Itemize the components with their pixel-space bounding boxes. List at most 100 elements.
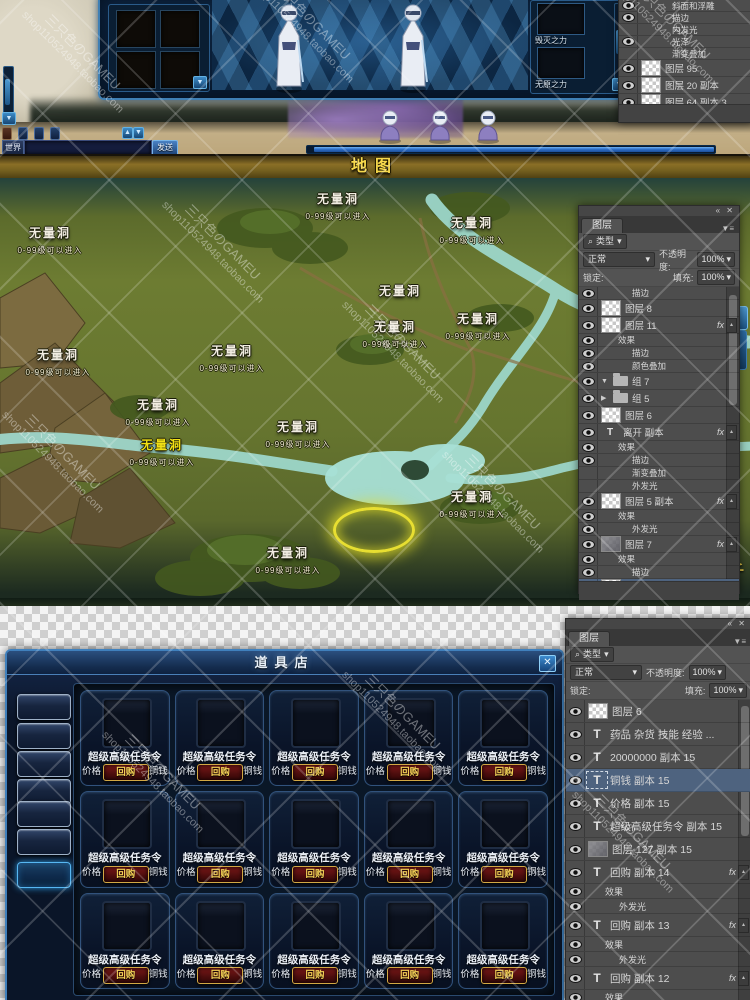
layer-row[interactable]: T 描边 fx▴	[619, 12, 750, 24]
item-slot[interactable]	[160, 10, 200, 48]
layer-row[interactable]: T 渐变叠加 fx▴	[579, 467, 739, 480]
visibility-toggle[interactable]	[566, 861, 585, 883]
visibility-toggle[interactable]	[579, 407, 598, 423]
layer-row[interactable]: T 描边 fx▴	[579, 287, 739, 300]
layer-thumbnail[interactable]	[588, 703, 608, 719]
item-slot[interactable]	[480, 698, 531, 748]
blend-mode-select[interactable]: 正常 ▾	[570, 665, 642, 680]
visibility-toggle[interactable]	[579, 510, 598, 522]
chat-tab[interactable]	[2, 127, 12, 140]
buyback-button[interactable]: 回购	[197, 764, 244, 782]
map-location[interactable]: 无量洞 0-99级可以进入	[250, 418, 346, 450]
map-location[interactable]: 无量洞 0-99级可以进入	[430, 310, 526, 342]
opacity-value[interactable]: 100% ▾	[688, 665, 727, 680]
layer-row[interactable]: T 描边 fx▴	[579, 454, 739, 467]
item-slot[interactable]	[385, 900, 436, 951]
shop-category-button[interactable]	[17, 751, 71, 777]
shop-category-button[interactable]	[17, 862, 71, 888]
layer-row[interactable]: T 外发光 fx▴	[579, 523, 739, 536]
layer-row[interactable]: T 颜色叠加 fx▴	[579, 360, 739, 373]
panel-header-strip[interactable]: « ✕	[566, 619, 750, 630]
layer-row[interactable]: T 组 5 fx▴	[579, 390, 739, 407]
tab-layers[interactable]: 图层	[568, 631, 610, 646]
fx-badge[interactable]: fx ▴	[717, 536, 739, 552]
layer-thumbnail[interactable]	[601, 536, 621, 552]
visibility-toggle[interactable]	[579, 579, 598, 581]
visibility-toggle[interactable]	[579, 553, 598, 565]
buyback-button[interactable]: 回购	[386, 967, 433, 984]
fx-badge[interactable]: fx ▴	[729, 864, 750, 880]
visibility-toggle[interactable]	[619, 48, 638, 59]
layer-row[interactable]: T 价格 副本 15 fx▴	[566, 792, 750, 815]
fx-badge[interactable]: fx ▴	[717, 424, 739, 440]
item-slot[interactable]	[290, 900, 341, 951]
item-slot[interactable]	[101, 698, 152, 748]
map-location[interactable]: 无量洞 0-99级可以进入	[114, 436, 210, 468]
visibility-toggle[interactable]	[566, 967, 585, 989]
layer-thumbnail[interactable]	[601, 300, 621, 316]
layer-row[interactable]: T 效果 fx▴	[566, 937, 750, 952]
chat-tab[interactable]	[18, 127, 28, 140]
visibility-toggle[interactable]	[619, 94, 638, 104]
grid-dropdown-icon[interactable]: ▼	[193, 76, 207, 89]
layer-row[interactable]: T 效果 fx▴	[579, 441, 739, 454]
layer-row[interactable]: T 效果 fx▴	[579, 334, 739, 347]
map-location[interactable]: 无量洞 0-99级可以进入	[347, 318, 443, 350]
layer-thumbnail[interactable]	[601, 493, 621, 509]
layer-row[interactable]: T 图层 6 fx▴	[566, 700, 750, 723]
visibility-toggle[interactable]	[566, 723, 585, 745]
visibility-toggle[interactable]	[566, 838, 585, 860]
filter-type-select[interactable]: ⌕ 类型 ▾	[583, 234, 627, 249]
tab-layers[interactable]: 图层	[581, 218, 623, 233]
layer-row[interactable]: T 铜钱 副本 15 fx▴	[566, 769, 750, 792]
visibility-toggle[interactable]	[619, 0, 638, 11]
map-location[interactable]: 无量洞 0-99级可以进入	[2, 224, 98, 256]
layer-row[interactable]: T 外发光 fx▴	[566, 899, 750, 914]
buyback-button[interactable]: 回购	[102, 865, 149, 883]
buyback-button[interactable]: 回购	[481, 764, 528, 782]
layer-row[interactable]: T 图层 8 fx▴	[579, 300, 739, 317]
layer-thumbnail[interactable]	[641, 77, 661, 93]
visibility-toggle[interactable]	[579, 536, 598, 552]
layer-thumbnail[interactable]	[601, 407, 621, 423]
layer-row[interactable]: T 图层 20 副本 fx▴	[619, 77, 750, 94]
map-location[interactable]: 无量洞 0-99级可以进入	[424, 488, 520, 520]
buyback-button[interactable]: 回购	[386, 764, 433, 782]
layer-row[interactable]: T 描边 fx▴	[579, 566, 739, 579]
chat-tab[interactable]	[34, 127, 44, 140]
fx-badge[interactable]: fx ▴	[717, 317, 739, 333]
layer-row[interactable]: T 图层 95 fx▴	[619, 60, 750, 77]
layer-row[interactable]: T 效果 fx▴	[579, 510, 739, 523]
item-slot[interactable]	[116, 10, 156, 48]
layer-row[interactable]: T 图层 7 fx▴	[579, 536, 739, 553]
item-slot[interactable]	[116, 51, 156, 89]
twirl-icon[interactable]	[601, 394, 609, 402]
buyback-button[interactable]: 回购	[102, 967, 149, 984]
visibility-toggle[interactable]	[579, 360, 598, 372]
scrollbar-thumb[interactable]	[5, 79, 10, 105]
visibility-toggle[interactable]	[579, 566, 598, 578]
visibility-toggle[interactable]	[566, 792, 585, 814]
buyback-button[interactable]: 回购	[197, 865, 244, 883]
layer-row[interactable]: T 描边 fx▴	[579, 347, 739, 360]
layer-thumbnail[interactable]	[641, 94, 661, 104]
layer-row[interactable]: T 图层 11 fx▴	[579, 317, 739, 334]
item-slot[interactable]	[196, 799, 247, 850]
panel-menu-icon[interactable]: ▼≡	[716, 224, 739, 233]
layer-row[interactable]: T 光泽 fx▴	[619, 36, 750, 48]
layer-row[interactable]: T 回购 副本 14 fx ▴	[566, 861, 750, 884]
visibility-toggle[interactable]	[619, 77, 638, 93]
layer-row[interactable]: T 回购 副本 13 fx ▴	[566, 914, 750, 937]
buyback-button[interactable]: 回购	[481, 967, 528, 984]
item-slot[interactable]	[290, 799, 341, 850]
visibility-toggle[interactable]	[579, 287, 598, 299]
shop-category-button[interactable]	[17, 723, 71, 749]
buyback-button[interactable]: 回购	[291, 865, 338, 883]
visibility-toggle[interactable]	[619, 36, 638, 47]
layer-row[interactable]: T 回购 副本 12 fx ▴	[566, 967, 750, 990]
layer-row[interactable]: T 效果 fx▴	[579, 553, 739, 566]
power-slot[interactable]	[537, 47, 585, 79]
buyback-button[interactable]: 回购	[102, 764, 149, 782]
chat-channel-selector[interactable]: 世界	[2, 140, 24, 155]
visibility-toggle[interactable]	[566, 769, 585, 791]
